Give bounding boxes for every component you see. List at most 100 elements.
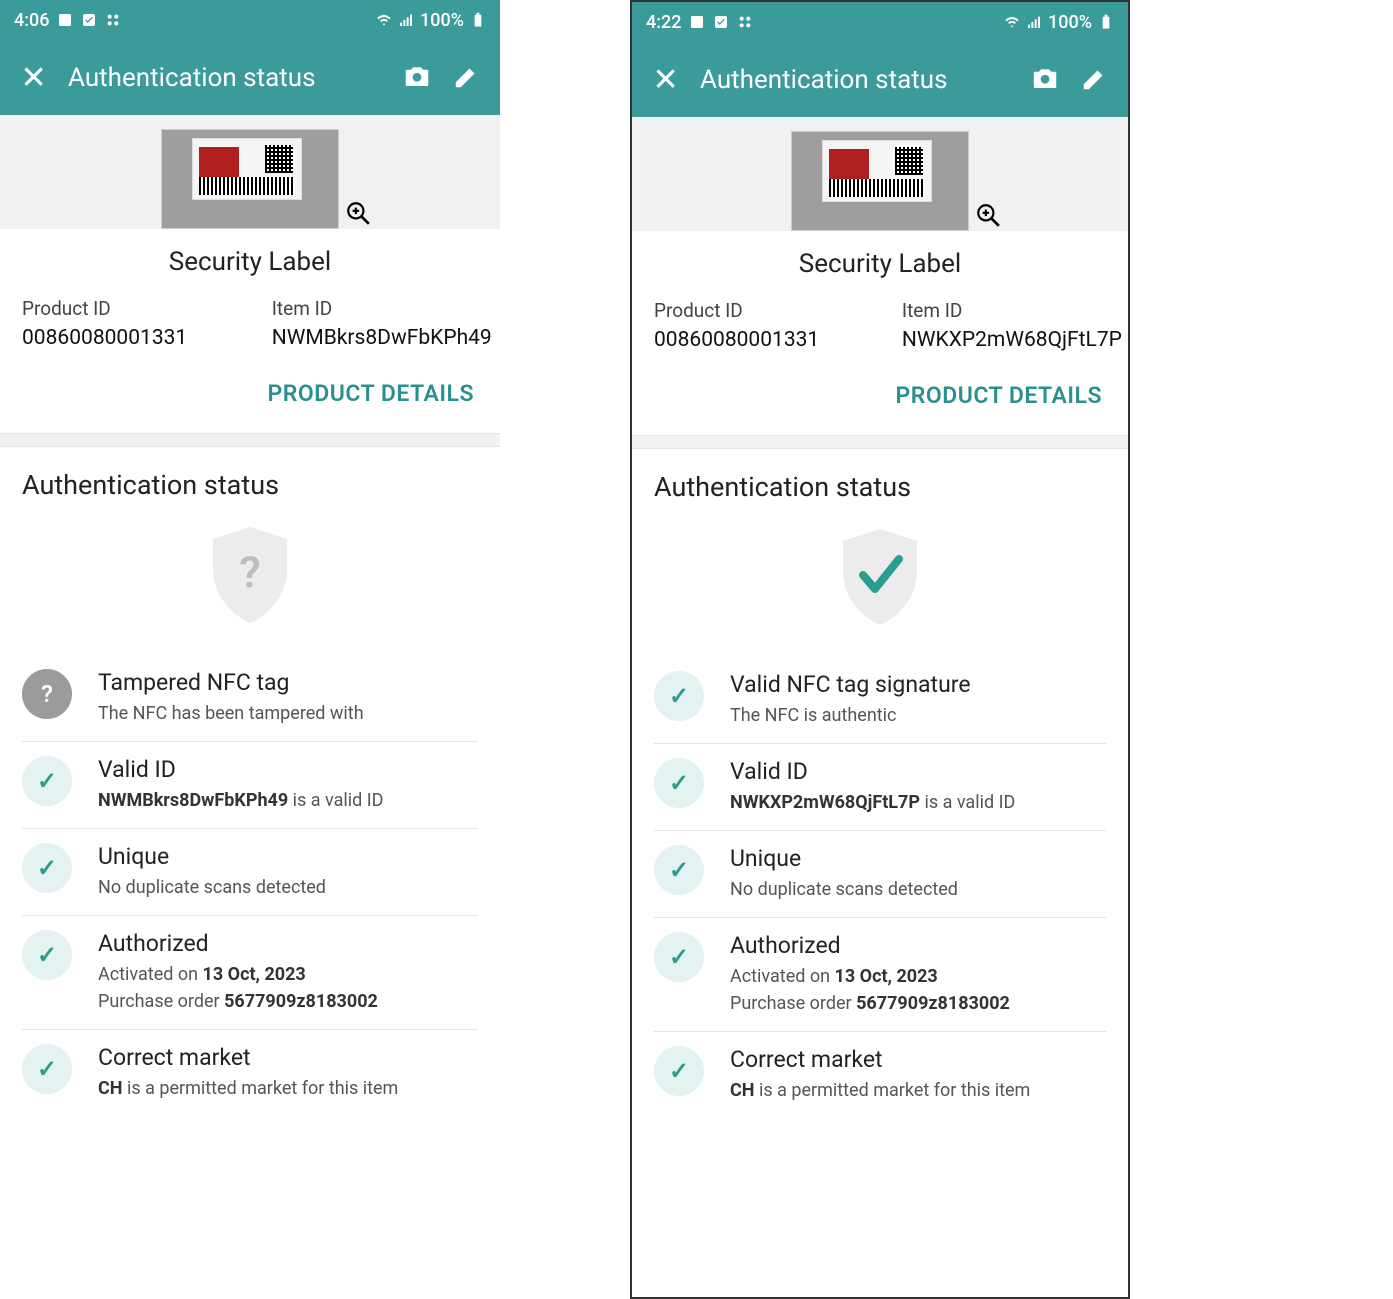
grid-icon: [737, 14, 753, 30]
product-image[interactable]: [791, 131, 969, 231]
status-badge-ok: ✓: [654, 1046, 704, 1096]
status-sub: CH is a permitted market for this item: [730, 1077, 1106, 1104]
status-row: ✓ Valid NFC tag signature The NFC is aut…: [654, 657, 1106, 744]
zoom-icon[interactable]: [345, 200, 371, 226]
camera-icon[interactable]: [402, 61, 432, 95]
status-row: ✓ Correct market CH is a permitted marke…: [22, 1030, 478, 1116]
status-sub: NWKXP2mW68QjFtL7P is a valid ID: [730, 789, 1106, 816]
svg-text:?: ?: [239, 546, 261, 598]
status-badge-ok: ✓: [654, 932, 704, 982]
status-list: ✓ Valid NFC tag signature The NFC is aut…: [654, 657, 1106, 1118]
auth-section: Authentication status ? ? Tampered NFC t…: [0, 447, 500, 1116]
app-bar-title: Authentication status: [700, 65, 1010, 95]
status-row: ✓ Authorized Activated on 13 Oct, 2023 P…: [654, 918, 1106, 1032]
security-label-title: Security Label: [632, 231, 1128, 299]
status-badge-warn: ?: [22, 669, 72, 719]
section-divider: [632, 435, 1128, 449]
status-badge-ok: ✓: [22, 756, 72, 806]
product-id-label: Product ID: [654, 299, 862, 322]
status-title: Authorized: [730, 932, 1106, 959]
status-list: ? Tampered NFC tag The NFC has been tamp…: [22, 655, 478, 1116]
status-sub: Activated on 13 Oct, 2023: [98, 961, 478, 988]
status-row: ✓ Valid ID NWMBkrs8DwFbKPh49 is a valid …: [22, 742, 478, 829]
product-details-link[interactable]: PRODUCT DETAILS: [632, 372, 1128, 435]
status-badge-ok: ✓: [654, 845, 704, 895]
hero-section: Security Label Product ID 00860080001331…: [0, 115, 500, 433]
status-row: ✓ Unique No duplicate scans detected: [654, 831, 1106, 918]
status-sub: CH is a permitted market for this item: [98, 1075, 478, 1102]
image-icon: [57, 12, 73, 28]
edit-icon[interactable]: [452, 61, 482, 95]
status-time: 4:22: [646, 12, 681, 33]
edit-icon[interactable]: [1080, 63, 1110, 97]
zoom-icon[interactable]: [975, 202, 1001, 228]
status-sub: The NFC has been tampered with: [98, 700, 478, 727]
hero-section: Security Label Product ID 00860080001331…: [632, 117, 1128, 435]
status-title: Correct market: [730, 1046, 1106, 1073]
item-id-label: Item ID: [902, 299, 1122, 322]
status-row: ✓ Valid ID NWKXP2mW68QjFtL7P is a valid …: [654, 744, 1106, 831]
status-sub: No duplicate scans detected: [730, 876, 1106, 903]
check-icon: [713, 14, 729, 30]
battery-icon: [470, 12, 486, 28]
check-icon: [81, 12, 97, 28]
section-divider: [0, 433, 500, 447]
status-title: Authorized: [98, 930, 478, 957]
product-image[interactable]: [161, 129, 339, 229]
product-id-label: Product ID: [22, 297, 232, 320]
product-id-value: 00860080001331: [22, 326, 232, 350]
image-icon: [689, 14, 705, 30]
status-title: Valid ID: [730, 758, 1106, 785]
item-id-label: Item ID: [272, 297, 492, 320]
close-icon[interactable]: [18, 61, 48, 95]
product-details-link[interactable]: PRODUCT DETAILS: [0, 370, 500, 433]
status-badge-ok: ✓: [22, 843, 72, 893]
camera-icon[interactable]: [1030, 63, 1060, 97]
status-badge-ok: ✓: [22, 1044, 72, 1094]
status-badge-ok: ✓: [22, 930, 72, 980]
status-sub-extra: Purchase order 5677909z8183002: [98, 988, 478, 1015]
app-bar: Authentication status: [0, 40, 500, 115]
status-row: ✓ Unique No duplicate scans detected: [22, 829, 478, 916]
app-bar-title: Authentication status: [68, 63, 382, 93]
app-bar: Authentication status: [632, 42, 1128, 117]
status-title: Unique: [730, 845, 1106, 872]
status-bar: 4:06 100%: [0, 0, 500, 40]
battery-text: 100%: [420, 10, 464, 31]
item-id-value: NWMBkrs8DwFbKPh49: [272, 326, 492, 350]
security-label-title: Security Label: [0, 229, 500, 297]
status-title: Correct market: [98, 1044, 478, 1071]
status-sub: The NFC is authentic: [730, 702, 1106, 729]
auth-section: Authentication status ✓ Valid NFC tag si…: [632, 449, 1128, 1118]
close-icon[interactable]: [650, 63, 680, 97]
status-title: Valid NFC tag signature: [730, 671, 1106, 698]
wifi-icon: [1004, 14, 1020, 30]
status-title: Unique: [98, 843, 478, 870]
screen-right: 4:22 100% Authentication status Security…: [630, 0, 1130, 1299]
battery-icon: [1098, 14, 1114, 30]
shield-icon: ?: [205, 525, 295, 625]
signal-icon: [398, 12, 414, 28]
status-row: ? Tampered NFC tag The NFC has been tamp…: [22, 655, 478, 742]
shield-icon: [835, 527, 925, 627]
grid-icon: [105, 12, 121, 28]
status-badge-ok: ✓: [654, 671, 704, 721]
battery-text: 100%: [1048, 12, 1092, 33]
auth-section-title: Authentication status: [654, 471, 1106, 503]
status-title: Valid ID: [98, 756, 478, 783]
auth-section-title: Authentication status: [22, 469, 478, 501]
status-sub-extra: Purchase order 5677909z8183002: [730, 990, 1106, 1017]
signal-icon: [1026, 14, 1042, 30]
status-badge-ok: ✓: [654, 758, 704, 808]
status-time: 4:06: [14, 10, 49, 31]
status-sub: Activated on 13 Oct, 2023: [730, 963, 1106, 990]
item-id-value: NWKXP2mW68QjFtL7P: [902, 328, 1122, 352]
screen-left: 4:06 100% Authentication status Security…: [0, 0, 500, 1299]
status-sub: NWMBkrs8DwFbKPh49 is a valid ID: [98, 787, 478, 814]
wifi-icon: [376, 12, 392, 28]
product-id-value: 00860080001331: [654, 328, 862, 352]
status-row: ✓ Authorized Activated on 13 Oct, 2023 P…: [22, 916, 478, 1030]
status-sub: No duplicate scans detected: [98, 874, 478, 901]
status-title: Tampered NFC tag: [98, 669, 478, 696]
status-row: ✓ Correct market CH is a permitted marke…: [654, 1032, 1106, 1118]
